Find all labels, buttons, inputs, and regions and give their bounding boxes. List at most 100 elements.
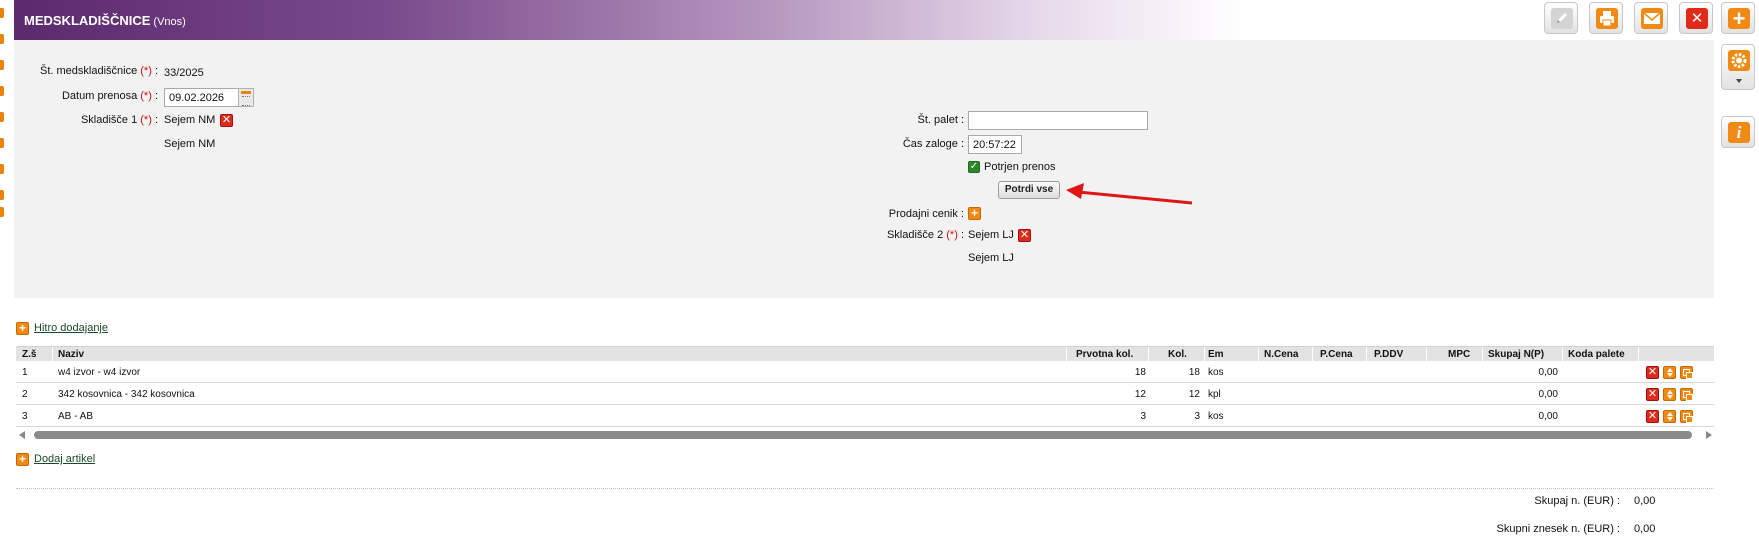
delete-row-button[interactable]: ✕ <box>1646 410 1659 423</box>
table-row: 2 342 kosovnica - 342 kosovnica 12 12 kp… <box>16 384 1714 405</box>
side-marker <box>0 86 4 96</box>
calendar-icon[interactable] <box>238 88 254 107</box>
settings-button[interactable] <box>1721 44 1755 90</box>
clear-skladisce2-button[interactable]: ✕ <box>1018 229 1031 242</box>
edit-button[interactable] <box>1544 2 1578 34</box>
col-divider <box>1148 347 1149 362</box>
table-scrollbar[interactable] <box>16 430 1714 440</box>
col-divider <box>1638 347 1639 362</box>
hitro-dodajanje-icon[interactable]: + <box>16 322 29 335</box>
col-divider <box>1066 347 1067 362</box>
scrollbar-thumb[interactable] <box>34 431 1692 439</box>
annotation-arrow-icon <box>1066 183 1193 205</box>
scroll-left-icon[interactable] <box>19 431 25 439</box>
st-medskladiscnice-value: 33/2025 <box>164 67 204 79</box>
skladisce2-name: Sejem LJ <box>968 252 1014 264</box>
row-skupaj: 0,00 <box>1538 389 1558 400</box>
required-mark: (*) <box>140 65 152 77</box>
table-row: 3 AB - AB 3 3 kos 0,00 ✕ <box>16 406 1714 427</box>
potrdi-vse-button[interactable]: Potrdi vse <box>998 181 1060 199</box>
row-kol: 18 <box>1188 367 1200 378</box>
row-number: 1 <box>22 367 28 378</box>
row-naziv: AB - AB <box>58 411 94 422</box>
col-header: Z.š <box>22 349 37 360</box>
print-button[interactable] <box>1589 2 1623 34</box>
col-header: Em <box>1208 349 1224 360</box>
row-skupaj: 0,00 <box>1538 367 1558 378</box>
label-text: Skladišče 2 <box>886 229 944 241</box>
skupni-znesek-label: Skupni znesek n. (EUR) : <box>1496 523 1621 535</box>
col-header: MPC <box>1448 349 1471 360</box>
row-number: 2 <box>22 389 28 400</box>
row-naziv: 342 kosovnica - 342 kosovnica <box>58 389 195 400</box>
st-palet-input[interactable] <box>968 111 1148 130</box>
row-naziv: w4 izvor - w4 izvor <box>58 367 141 378</box>
add-prodajni-cenik-button[interactable]: + <box>968 207 981 220</box>
page-title-text: MEDSKLADIŠČNICE <box>24 13 151 28</box>
prodajni-cenik-label: Prodajni cenik : <box>888 208 964 220</box>
page-title: MEDSKLADIŠČNICE (Vnos) <box>24 13 186 28</box>
form-panel <box>14 40 1714 298</box>
required-mark: (*) <box>140 114 152 126</box>
skupni-znesek-value: 0,00 <box>1634 523 1656 535</box>
move-row-button[interactable] <box>1663 388 1676 401</box>
row-em: kpl <box>1208 389 1221 400</box>
scroll-right-icon[interactable] <box>1706 431 1712 439</box>
mail-button[interactable] <box>1634 2 1668 34</box>
label-colon: : <box>154 90 158 102</box>
add-button[interactable]: + <box>1721 2 1755 34</box>
info-button[interactable]: i <box>1721 116 1755 148</box>
col-header: P.Cena <box>1320 349 1353 360</box>
close-button[interactable]: ✕ <box>1679 2 1713 34</box>
hitro-dodajanje-link[interactable]: Hitro dodajanje <box>34 322 108 334</box>
col-divider <box>1366 347 1367 362</box>
copy-row-button[interactable] <box>1680 388 1693 401</box>
side-marker <box>0 138 4 148</box>
row-kol: 3 <box>1194 411 1200 422</box>
required-mark: (*) <box>140 90 152 102</box>
col-header: Prvotna kol. <box>1076 349 1134 360</box>
mail-icon <box>1641 8 1663 29</box>
page-subtitle: (Vnos) <box>153 16 186 28</box>
row-em: kos <box>1208 411 1224 422</box>
copy-row-button[interactable] <box>1680 366 1693 379</box>
move-row-button[interactable] <box>1663 410 1676 423</box>
plus-icon: + <box>1728 8 1750 30</box>
cas-zaloge-input[interactable] <box>968 135 1022 154</box>
move-row-button[interactable] <box>1663 366 1676 379</box>
table-row: 1 w4 izvor - w4 izvor 18 18 kos 0,00 ✕ <box>16 362 1714 383</box>
label-colon: : <box>154 65 158 77</box>
copy-row-button[interactable] <box>1680 410 1693 423</box>
dodaj-artikel-link[interactable]: Dodaj artikel <box>34 453 95 465</box>
skladisce1-label: Skladišče 1 (*) : <box>20 114 158 126</box>
side-marker <box>0 112 4 122</box>
col-divider <box>1562 347 1563 362</box>
row-skupaj: 0,00 <box>1538 411 1558 422</box>
label-colon: : <box>154 114 158 126</box>
col-divider <box>1312 347 1313 362</box>
side-marker <box>0 207 4 217</box>
row-em: kos <box>1208 367 1224 378</box>
datum-prenosa-input[interactable] <box>164 88 240 107</box>
side-marker <box>0 190 4 200</box>
row-prvotna-kol: 18 <box>1134 367 1146 378</box>
col-divider <box>1204 347 1205 362</box>
potrjen-prenos-checkbox[interactable]: ✓ <box>968 161 980 173</box>
row-prvotna-kol: 3 <box>1140 411 1146 422</box>
delete-row-button[interactable]: ✕ <box>1646 388 1659 401</box>
col-divider <box>52 347 53 362</box>
required-mark: (*) <box>946 229 958 241</box>
col-divider <box>1426 347 1427 362</box>
skladisce1-value: Sejem NM <box>164 114 216 126</box>
printer-icon <box>1596 8 1618 29</box>
clear-skladisce1-button[interactable]: ✕ <box>220 114 233 127</box>
st-palet-label: Št. palet : <box>917 114 964 126</box>
skladisce2-label: Skladišče 2 (*) : <box>840 229 964 241</box>
col-header: N.Cena <box>1264 349 1299 360</box>
skladisce1-name: Sejem NM <box>164 138 216 150</box>
info-icon: i <box>1728 122 1750 143</box>
delete-row-button[interactable]: ✕ <box>1646 366 1659 379</box>
col-header: Koda palete <box>1568 349 1625 360</box>
dodaj-artikel-icon[interactable]: + <box>16 453 29 466</box>
page-header: MEDSKLADIŠČNICE (Vnos) <box>14 0 1514 40</box>
